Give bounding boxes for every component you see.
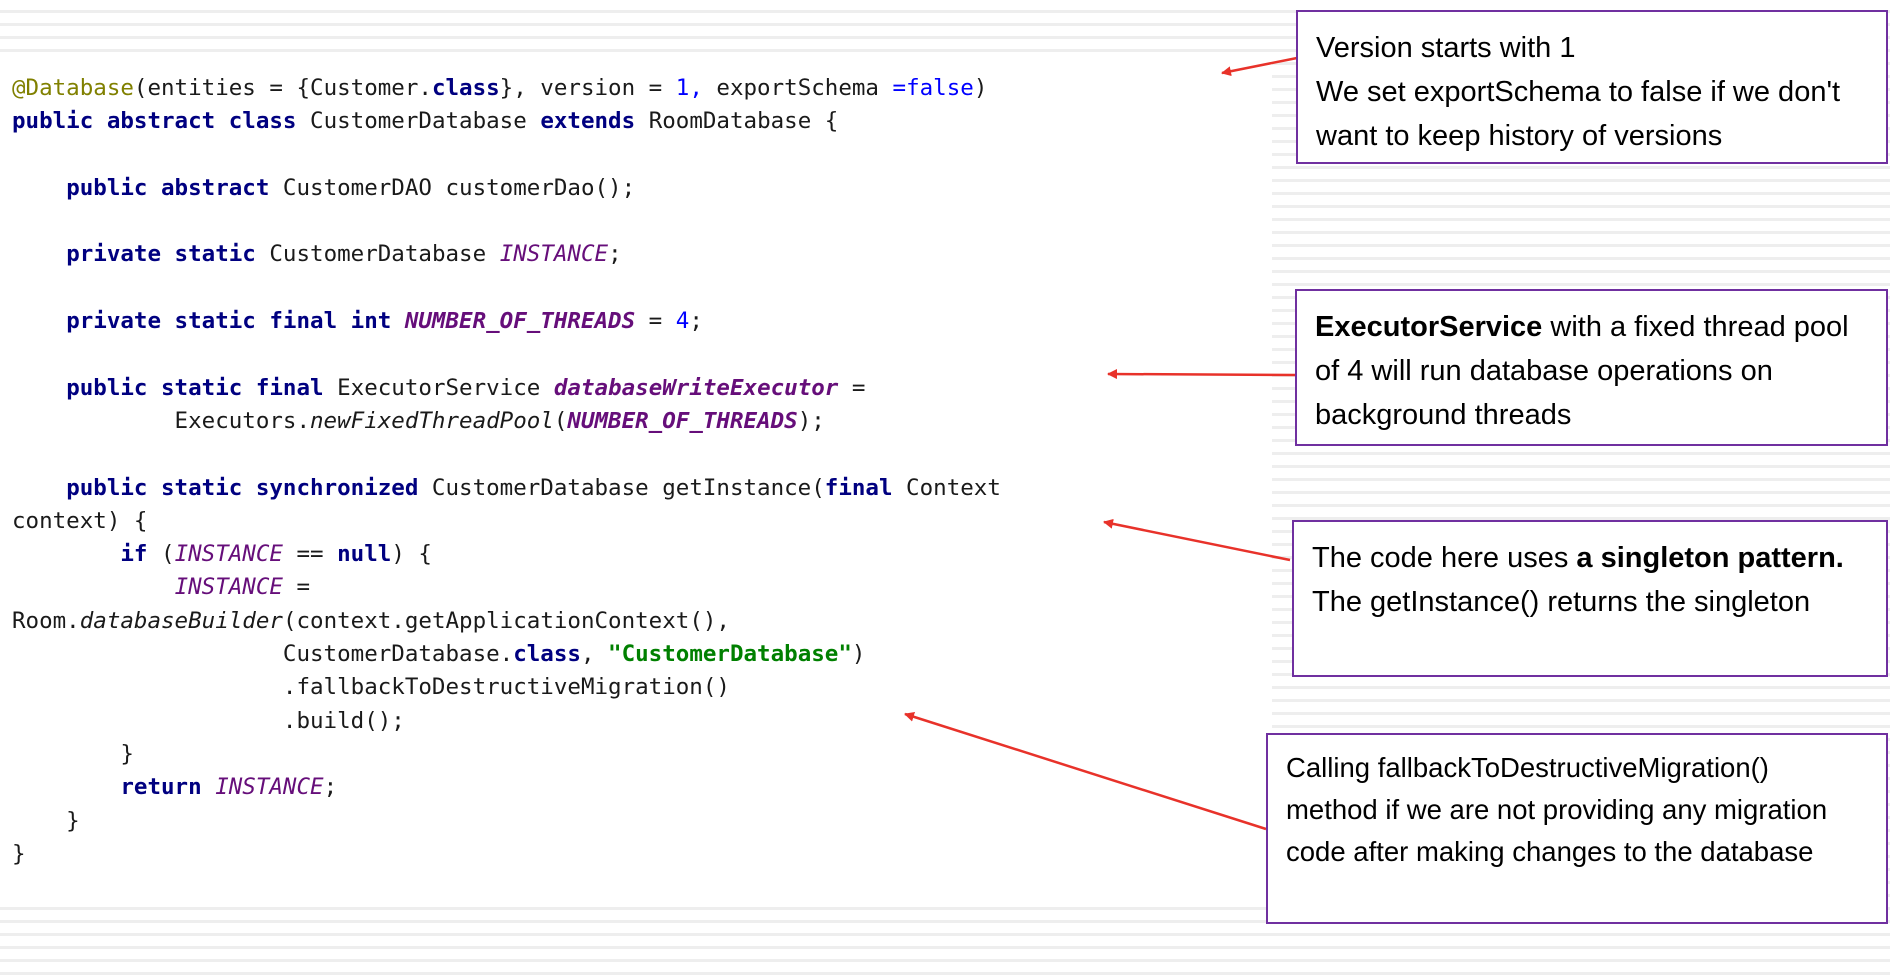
callout-singleton-post: The getInstance() returns the singleton	[1312, 586, 1811, 618]
callout-singleton-pre: The code here uses	[1312, 542, 1577, 574]
callout-singleton-bold: a singleton pattern.	[1576, 542, 1844, 574]
callout-executor: ExecutorService with a fixed thread pool…	[1295, 289, 1888, 446]
arrow-version	[1221, 56, 1298, 77]
callout-version-line1: Version starts with 1	[1316, 32, 1576, 64]
arrow-executor	[1107, 369, 1296, 380]
callout-fallback-text: Calling fallbackToDestructiveMigration()…	[1286, 752, 1828, 867]
callout-executor-bold: ExecutorService	[1315, 311, 1543, 343]
arrow-singleton	[1103, 518, 1291, 562]
callout-executor-text: ExecutorService with a fixed thread pool…	[1315, 305, 1868, 437]
callout-singleton: The code here uses a singleton pattern. …	[1292, 520, 1888, 677]
arrow-fallback	[904, 711, 1267, 831]
callout-fallback: Calling fallbackToDestructiveMigration()…	[1266, 733, 1888, 924]
callout-version: Version starts with 1 We set exportSchem…	[1296, 10, 1888, 164]
callout-version-line2: We set exportSchema to false if we don't…	[1316, 76, 1841, 152]
callout-singleton-text: The code here uses a singleton pattern. …	[1312, 536, 1868, 624]
